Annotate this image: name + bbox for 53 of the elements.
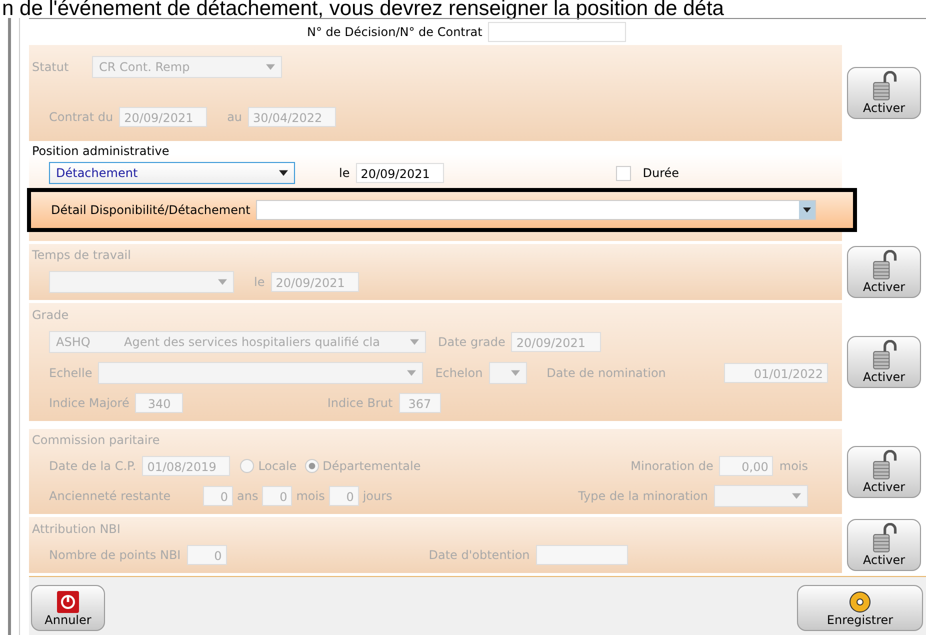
unit-label: jours bbox=[362, 488, 392, 503]
power-icon bbox=[57, 590, 79, 612]
position-date-field[interactable]: 20/09/2021 bbox=[356, 163, 444, 183]
grade-title: Grade bbox=[32, 308, 69, 322]
padlock-icon bbox=[871, 250, 897, 280]
commission-title: Commission paritaire bbox=[32, 433, 160, 448]
indice-majore-label: Indice Majoré bbox=[49, 396, 130, 410]
padlock-icon bbox=[871, 450, 897, 480]
annuler-button[interactable]: Annuler bbox=[31, 584, 105, 630]
date-grade-label: Date grade bbox=[438, 334, 506, 349]
padlock-icon bbox=[871, 71, 897, 101]
caret-icon bbox=[279, 170, 288, 176]
caret-icon bbox=[266, 64, 275, 70]
date-obtention-label: Date d'obtention bbox=[428, 548, 530, 562]
position-dropdown[interactable]: Détachement bbox=[49, 162, 295, 184]
padlock-icon bbox=[871, 523, 897, 553]
indice-brut-label: Indice Brut bbox=[327, 396, 393, 410]
unit-label: ans bbox=[237, 488, 258, 503]
enregistrer-button[interactable]: Enregistrer bbox=[797, 584, 923, 630]
caret-icon bbox=[510, 370, 520, 376]
temps-title: Temps de travail bbox=[32, 248, 131, 262]
radio-label: Locale bbox=[258, 458, 297, 473]
caret-icon bbox=[410, 338, 419, 345]
mois-label: mois bbox=[779, 458, 808, 473]
duree-label: Durée bbox=[642, 166, 679, 180]
decision-label: N° de Décision/N° de Contrat bbox=[307, 25, 482, 39]
disc-icon bbox=[849, 590, 871, 612]
echelon-label: Echelon bbox=[435, 366, 483, 380]
nomination-label: Date de nomination bbox=[546, 366, 666, 380]
padlock-icon bbox=[871, 340, 897, 370]
detail-dropdown[interactable] bbox=[256, 200, 816, 220]
au-label: au bbox=[227, 110, 242, 124]
decision-field[interactable] bbox=[488, 22, 626, 42]
caret-icon bbox=[218, 278, 227, 285]
caret-icon bbox=[407, 370, 416, 376]
type-minoration-label: Type de la minoration bbox=[578, 488, 708, 503]
echelle-label: Echelle bbox=[49, 366, 92, 380]
caret-icon bbox=[799, 201, 816, 219]
le-label: le bbox=[254, 274, 265, 289]
minoration-label: Minoration de bbox=[630, 458, 714, 473]
duree-checkbox[interactable] bbox=[616, 166, 631, 180]
unit-label: mois bbox=[296, 488, 325, 503]
date-cp-label: Date de la C.P. bbox=[49, 458, 136, 473]
position-title: Position administrative bbox=[32, 144, 170, 158]
points-nbi-label: Nombre de points NBI bbox=[49, 548, 181, 562]
nbi-title: Attribution NBI bbox=[32, 522, 120, 536]
le-label: le bbox=[339, 166, 350, 180]
contrat-label: Contrat du bbox=[49, 110, 114, 124]
anciennete-label: Ancienneté restante bbox=[49, 488, 172, 503]
radio-label: Départementale bbox=[322, 458, 421, 473]
caret-icon bbox=[792, 492, 801, 499]
statut-label: Statut bbox=[32, 60, 70, 74]
detail-label: Détail Disponibilité/Détachement bbox=[51, 203, 250, 217]
